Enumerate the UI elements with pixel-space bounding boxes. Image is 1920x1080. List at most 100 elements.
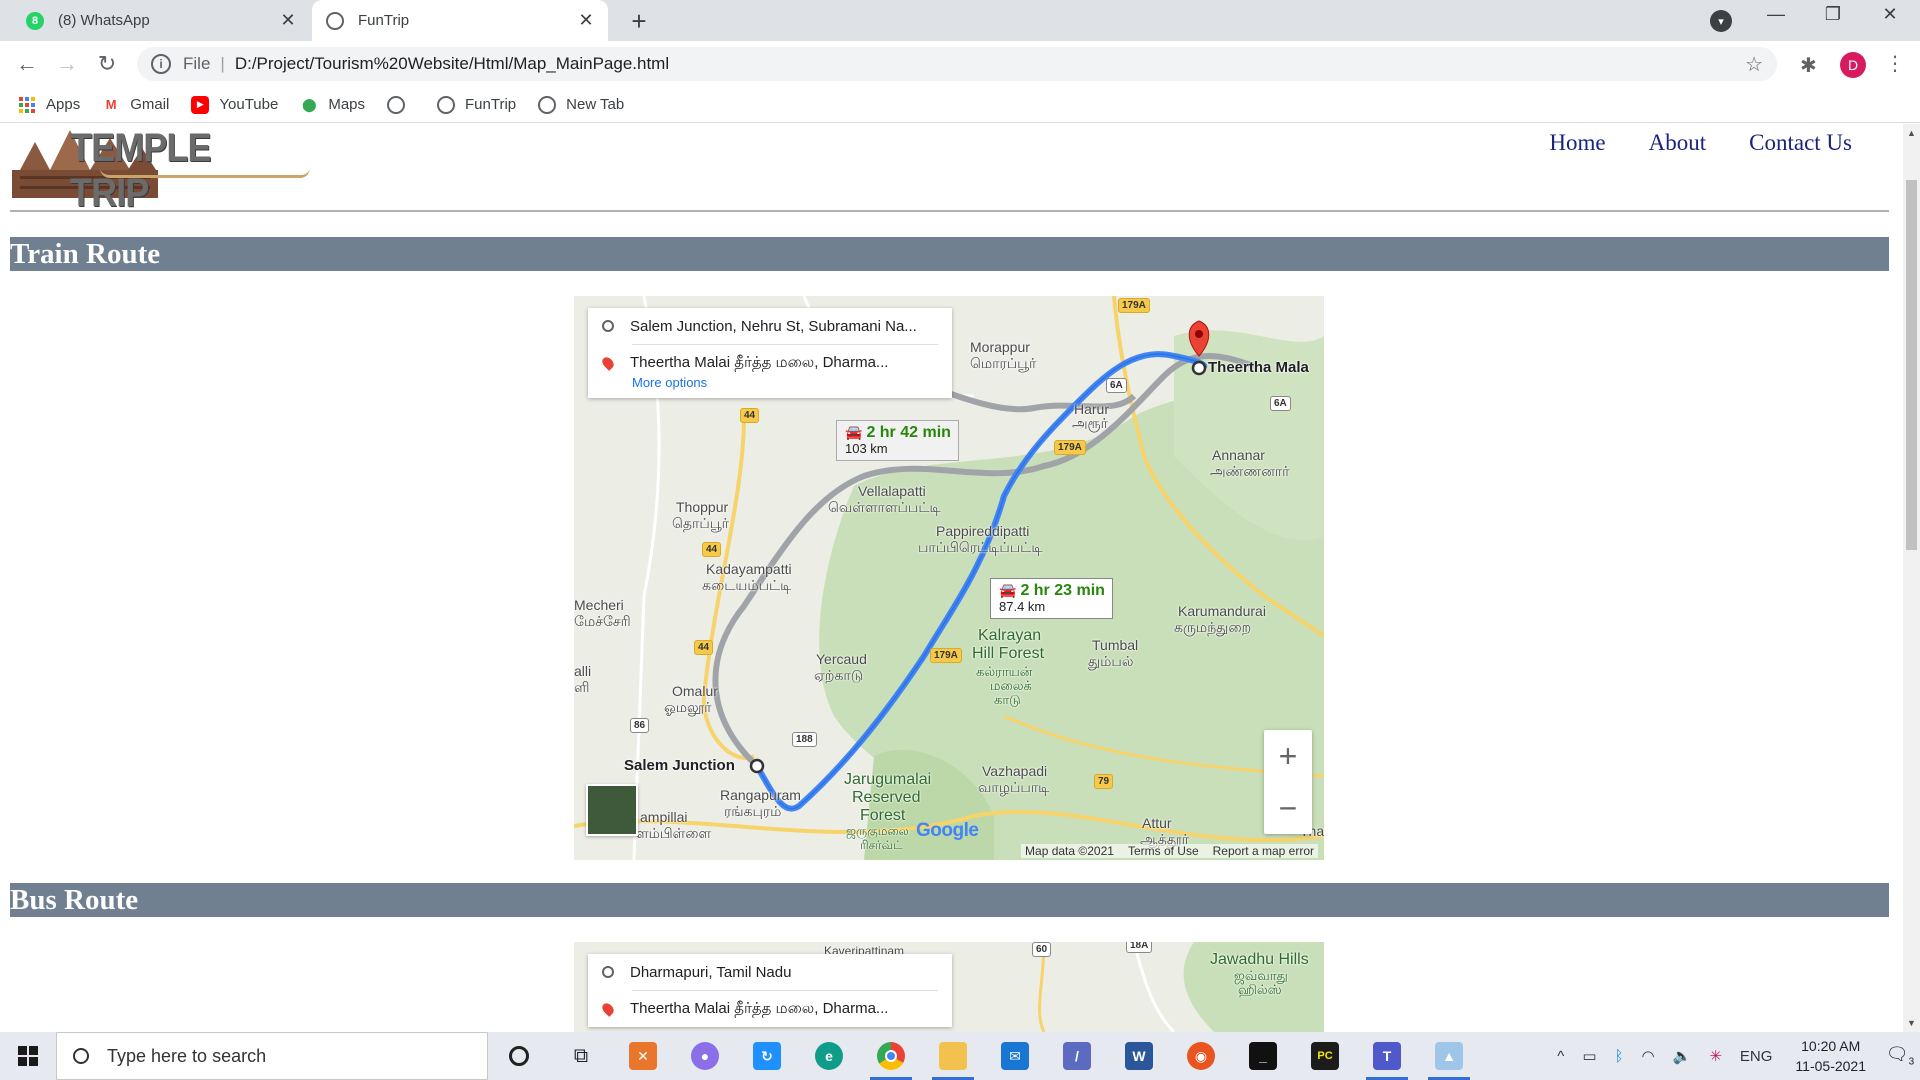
origin-row[interactable]: Salem Junction, Nehru St, Subramani Na..… [588,308,952,344]
youtube-icon: ▶ [191,95,210,114]
nav-about[interactable]: About [1649,130,1707,156]
url-text[interactable]: D:/Project/Tourism%20Website/Html/Map_Ma… [235,54,669,74]
back-button[interactable]: ← [12,49,42,79]
start-button[interactable] [0,1032,56,1080]
train-route-map[interactable]: Theertha Mala Salem Junction Morappur மொ… [574,296,1324,860]
clock[interactable]: 10:20 AM 11-05-2021 [1795,1036,1866,1076]
taskbar-app[interactable]: e [798,1032,860,1080]
route-distance: 87.4 km [999,599,1046,614]
map-label: Vazhapadi [982,763,1048,779]
bookmark-funtrip[interactable]: FunTrip [437,95,516,114]
highway-shield: 179A [1118,298,1150,313]
taskbar-app[interactable]: ● [674,1032,736,1080]
language-indicator[interactable]: ENG [1740,1048,1773,1065]
taskbar-app[interactable]: ↻ [736,1032,798,1080]
header-divider [10,210,1889,212]
map-label: ரங்கபுரம் [724,803,782,819]
taskbar-app[interactable]: ✉ [984,1032,1046,1080]
map-label: Morappur [970,339,1030,355]
reload-button[interactable]: ↻ [92,49,122,79]
highway-shield: 79 [1094,774,1114,789]
highway-shield: 44 [740,408,760,423]
report-error-link[interactable]: Report a map error [1213,844,1314,858]
map-label: Mecheri [574,597,624,613]
volume-icon[interactable]: 🔈 [1673,1047,1692,1065]
forward-button[interactable]: → [52,49,82,79]
terms-link[interactable]: Terms of Use [1128,844,1199,858]
task-view-icon: ⧉ [573,1044,589,1067]
taskbar-app[interactable]: ▲ [1418,1032,1480,1080]
taskbar-app[interactable]: PC [1294,1032,1356,1080]
zoom-out-button[interactable]: − [1264,782,1312,834]
bookmarks-bar: Apps M Gmail ▶ YouTube ⬤ Maps FunTrip Ne… [0,87,1920,123]
scroll-down-icon[interactable]: ▼ [1903,1018,1920,1028]
taskbar-app-chrome[interactable] [860,1032,922,1080]
car-icon: 🚘 [845,424,863,440]
tab-whatsapp[interactable]: 8 (8) WhatsApp ✕ [10,0,310,41]
bus-route-map[interactable]: Kaveripattinam Jawadhu Hills ஜவ்வாது ஹில… [574,942,1324,1032]
bookmark-apps[interactable]: Apps [18,96,80,114]
origin-circle-icon [602,966,614,978]
bookmark-globe[interactable] [387,95,415,114]
address-bar[interactable]: i File | D:/Project/Tourism%20Website/Ht… [137,47,1777,81]
zoom-in-button[interactable]: + [1264,730,1312,782]
new-tab-button[interactable]: + [624,6,654,37]
bookmark-maps[interactable]: ⬤ Maps [300,96,365,114]
minimize-button[interactable]: — [1756,4,1796,25]
map-label: கல்ராயன் [976,664,1033,679]
route-main-info[interactable]: 🚘 2 hr 23 min 87.4 km [990,578,1113,619]
close-icon[interactable]: ✕ [278,10,298,31]
map-label: Thoppur [676,499,729,515]
tab-search-icon[interactable]: ▾ [1710,10,1732,32]
taskbar-app[interactable]: W [1108,1032,1170,1080]
info-icon[interactable]: i [151,54,171,74]
origin-row[interactable]: Dharmapuri, Tamil Nadu [588,954,952,990]
taskbar-app[interactable]: T [1356,1032,1418,1080]
map-label: அண்ணனார் [1210,463,1290,479]
site-logo[interactable]: TEMPLE TRIP [10,124,310,215]
app-tray-icon[interactable]: ✳ [1709,1047,1722,1065]
scroll-thumb[interactable] [1906,180,1917,550]
nav-contact-us[interactable]: Contact Us [1749,130,1852,156]
destination-row[interactable]: Theertha Malai தீர்த்த மலை, Dharma... [588,991,952,1027]
tab-funtrip[interactable]: FunTrip ✕ [312,0,608,41]
window-close-button[interactable]: ✕ [1870,4,1910,25]
taskbar-app[interactable]: ✕ [612,1032,674,1080]
nav-home[interactable]: Home [1549,130,1605,156]
extensions-icon[interactable]: ✱ [1800,53,1817,78]
taskbar-app[interactable] [922,1032,984,1080]
more-options-link[interactable]: More options [588,375,952,398]
task-view-button[interactable]: ⧉ [550,1032,612,1080]
map-label: Reserved [852,789,921,806]
bluetooth-icon[interactable]: ᛒ [1615,1048,1624,1065]
satellite-toggle[interactable] [586,784,638,836]
scroll-up-icon[interactable]: ▲ [1903,128,1920,138]
taskbar-app[interactable]: / [1046,1032,1108,1080]
map-label: ளம்பிள்ளை [636,825,712,841]
show-hidden-icon[interactable]: ^ [1557,1048,1564,1065]
map-label: Salem Junction [624,757,735,774]
battery-icon[interactable]: ▭ [1582,1047,1596,1065]
cortana-icon [509,1046,529,1066]
taskbar-search[interactable]: Type here to search [56,1032,488,1080]
bookmark-star-icon[interactable]: ☆ [1745,52,1763,77]
taskbar-app[interactable]: ◉ [1170,1032,1232,1080]
notification-center-icon[interactable]: 🗨3 [1880,1044,1920,1068]
profile-avatar[interactable]: D [1840,52,1866,78]
bookmark-new-tab[interactable]: New Tab [538,95,624,114]
wifi-icon[interactable]: ◠ [1642,1047,1655,1065]
close-icon[interactable]: ✕ [576,10,596,31]
route-alt-info[interactable]: 🚘 2 hr 42 min 103 km [836,420,959,461]
image-viewer-icon: ▲ [1435,1042,1463,1070]
origin-text: Salem Junction, Nehru St, Subramani Na..… [630,317,917,335]
page-scrollbar[interactable]: ▲ ▼ [1903,124,1920,1032]
destination-text: Theertha Malai தீர்த்த மலை, Dharma... [630,999,889,1017]
bookmark-gmail[interactable]: M Gmail [102,96,170,114]
url-separator: | [220,54,225,73]
cortana-button[interactable] [488,1032,550,1080]
taskbar-app[interactable]: _ [1232,1032,1294,1080]
bookmark-youtube[interactable]: ▶ YouTube [191,95,278,114]
menu-icon[interactable]: ⋮ [1885,51,1905,76]
maps-pin-icon: ⬤ [302,96,317,112]
restore-button[interactable]: ❐ [1813,4,1853,25]
